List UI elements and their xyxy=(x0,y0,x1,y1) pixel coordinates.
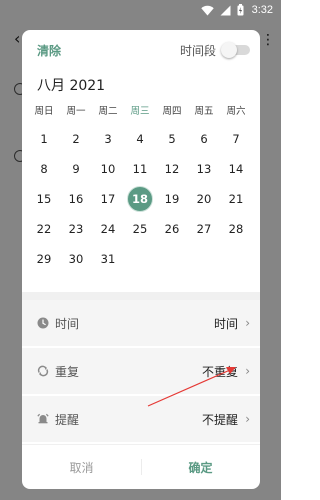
repeat-icon xyxy=(37,365,49,377)
period-toggle[interactable] xyxy=(221,42,251,58)
chevron-right-icon: › xyxy=(245,412,250,426)
cancel-button[interactable]: 取消 xyxy=(22,445,141,489)
calendar-day[interactable]: 5 xyxy=(156,124,188,154)
option-value: 不提醒 xyxy=(201,412,238,427)
calendar-day[interactable]: 8 xyxy=(28,154,60,184)
calendar-day[interactable]: 3 xyxy=(92,124,124,154)
wifi-icon xyxy=(200,5,214,15)
calendar-day[interactable]: 4 xyxy=(124,124,156,154)
calendar-day[interactable]: 30 xyxy=(60,244,92,274)
option-repeat[interactable]: 重复 不重复 › xyxy=(22,348,260,394)
calendar-day[interactable]: 9 xyxy=(60,154,92,184)
calendar-day[interactable]: 20 xyxy=(188,184,220,214)
option-value: 时间 xyxy=(213,316,238,331)
confirm-button[interactable]: 确定 xyxy=(141,445,260,489)
alarm-icon xyxy=(37,413,49,425)
weekday-label: 周五 xyxy=(194,106,214,117)
calendar-day-selected[interactable]: 18 xyxy=(124,184,156,214)
calendar-week-row: 1234567 xyxy=(28,124,252,154)
calendar-day[interactable]: 2 xyxy=(60,124,92,154)
calendar-day[interactable]: 29 xyxy=(28,244,60,274)
weekday-header: 周日 周一 周二 周三 周四 周五 周六 xyxy=(28,103,252,117)
option-time[interactable]: 时间 时间 › xyxy=(22,300,260,346)
toggle-knob xyxy=(221,42,237,58)
dialog-actions: 取消 确定 xyxy=(22,444,260,489)
chevron-right-icon: › xyxy=(245,364,250,378)
weekday-label: 周四 xyxy=(162,106,182,117)
calendar-day[interactable]: 17 xyxy=(92,184,124,214)
option-label: 重复 xyxy=(55,364,80,379)
calendar-day[interactable]: 14 xyxy=(220,154,252,184)
calendar-week-row: 29 30 31 xyxy=(28,244,252,274)
clock-icon xyxy=(37,317,49,329)
weekday-label: 周二 xyxy=(98,106,118,117)
option-value: 不重复 xyxy=(201,364,238,379)
weekday-label: 周三 xyxy=(130,106,150,117)
calendar-day[interactable]: 12 xyxy=(156,154,188,184)
calendar-week-row: 8 9 10 11 12 13 14 xyxy=(28,154,252,184)
calendar-day[interactable]: 10 xyxy=(92,154,124,184)
dialog-header: 清除 时间段 xyxy=(22,30,260,70)
month-title: 八月 2021 xyxy=(37,78,106,94)
status-bar: 3:32 xyxy=(0,0,281,20)
calendar-day[interactable]: 7 xyxy=(220,124,252,154)
option-reminder[interactable]: 提醒 不提醒 › xyxy=(22,396,260,442)
calendar-day[interactable]: 15 xyxy=(28,184,60,214)
weekday-label: 周六 xyxy=(226,106,246,117)
signal-icon xyxy=(220,5,231,15)
calendar-week-row: 22 23 24 25 26 27 28 xyxy=(28,214,252,244)
calendar-day[interactable]: 27 xyxy=(188,214,220,244)
calendar-day[interactable]: 23 xyxy=(60,214,92,244)
calendar-day[interactable]: 26 xyxy=(156,214,188,244)
calendar-grid: 1 2 3 4 5 6 7 8 9 10 11 12 13 14 15 16 17 18 19 20 21 22 23 24 2… xyxy=(28,124,252,274)
weekday-label: 周一 xyxy=(66,106,86,117)
date-picker-dialog: 清除 时间段 八月 2021 周日 周一 周二 周三 周四 周五 周六 1234567891… xyxy=(22,30,260,489)
status-time: 3:32 xyxy=(251,4,273,16)
option-label: 提醒 xyxy=(55,412,80,427)
calendar-day[interactable]: 31 xyxy=(92,244,124,274)
calendar-day[interactable]: 24 xyxy=(92,214,124,244)
chevron-right-icon: › xyxy=(245,316,250,330)
calendar-day[interactable]: 25 xyxy=(124,214,156,244)
calendar-day[interactable]: 6 xyxy=(188,124,220,154)
calendar-day[interactable]: 1 xyxy=(28,124,60,154)
battery-icon xyxy=(237,4,244,16)
calendar-day[interactable]: 13 xyxy=(188,154,220,184)
calendar-day[interactable]: 11 xyxy=(124,154,156,184)
calendar-day[interactable]: 28 xyxy=(220,214,252,244)
calendar-day[interactable]: 21 xyxy=(220,184,252,214)
calendar-day[interactable]: 16 xyxy=(60,184,92,214)
weekday-label: 周日 xyxy=(34,106,54,117)
clear-button[interactable]: 清除 xyxy=(37,42,61,59)
calendar-day[interactable]: 19 xyxy=(156,184,188,214)
calendar-day[interactable]: 22 xyxy=(28,214,60,244)
period-label: 时间段 xyxy=(180,44,217,58)
calendar-week-row: 15 16 17 18 19 20 21 xyxy=(28,184,252,214)
option-label: 时间 xyxy=(55,316,80,331)
